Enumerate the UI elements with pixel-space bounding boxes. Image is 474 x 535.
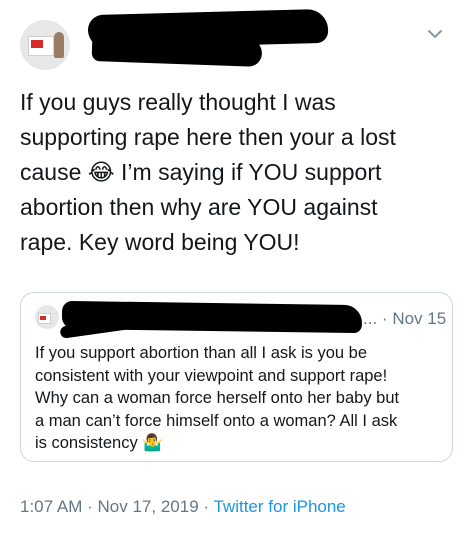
avatar-person-graphic (54, 32, 64, 58)
avatar-sign-graphic (28, 36, 54, 56)
quoted-tweet-last-text: is consistency (35, 434, 138, 452)
redacted-author-handle (91, 33, 263, 67)
quoted-tweet-text: If you support abortion than all I ask i… (35, 344, 400, 430)
tweet-time: 1:07 AM (20, 497, 83, 516)
tweet-metadata: 1:07 AM · Nov 17, 2019 · Twitter for iPh… (20, 497, 346, 517)
shrug-emoji: 🤷‍♂️ (142, 434, 163, 452)
tweet-source-link[interactable]: Twitter for iPhone (213, 497, 345, 516)
meta-separator: · (87, 497, 93, 516)
quoted-avatar-sign-graphic (38, 313, 51, 324)
quoted-meta-separator: · (381, 309, 388, 328)
chevron-down-icon[interactable] (425, 24, 445, 44)
tweet-date: Nov 17, 2019 (97, 497, 199, 516)
quoted-name-ellipsis: ... (363, 309, 378, 328)
quoted-tweet-meta: ... · Nov 15 (363, 309, 446, 329)
tweet-text: If you guys really thought I was support… (20, 89, 396, 255)
quoted-tweet-last-line: is consistency 🤷‍♂️ (35, 432, 163, 455)
meta-separator: · (203, 497, 210, 516)
quoted-author-avatar (35, 305, 59, 329)
quoted-tweet-date[interactable]: Nov 15 (392, 309, 446, 328)
author-avatar[interactable] (20, 20, 70, 70)
